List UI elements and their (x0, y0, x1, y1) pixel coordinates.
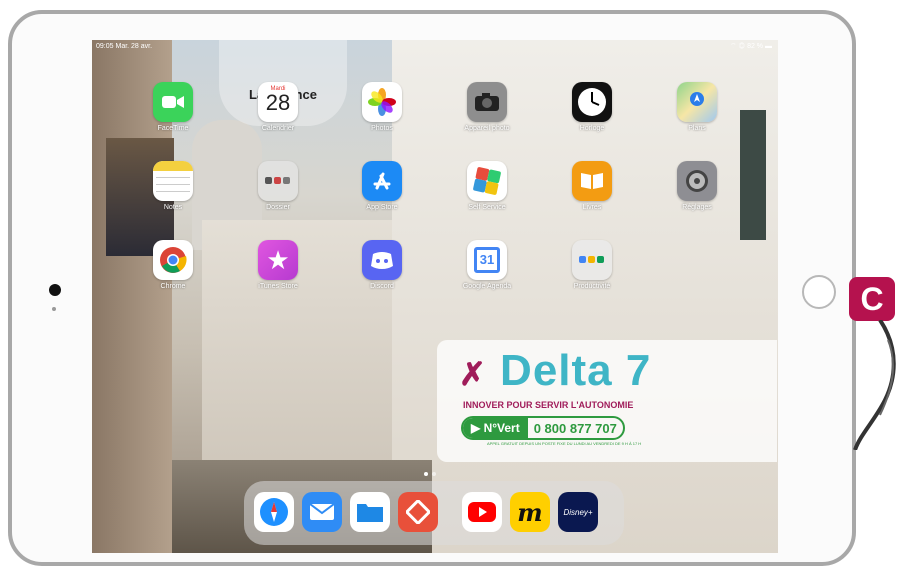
app-label: Calendrier (261, 125, 295, 132)
facetime-icon (153, 82, 193, 122)
wallpaper-shutter (740, 110, 766, 240)
files-icon[interactable] (350, 492, 390, 532)
app-label: Réglages (682, 204, 712, 211)
discord-icon (362, 240, 402, 280)
app-label: Appareil photo (464, 125, 510, 132)
status-time: 09:05 Mar. 28 avr. (96, 43, 153, 50)
app-label: FaceTime (157, 125, 189, 132)
app-maps[interactable]: Plans (671, 82, 723, 132)
brand-badge: C (849, 277, 895, 321)
folder-icon (258, 161, 298, 201)
app-label: Dossier (266, 204, 290, 211)
photos-icon (362, 82, 402, 122)
app-label: Chrome (160, 283, 186, 290)
maps-icon (677, 82, 717, 122)
page-indicator[interactable] (422, 463, 438, 481)
anydesk-icon[interactable] (398, 492, 438, 532)
delta7-tagline: INNOVER POUR SERVIR L'AUTONOMIE (463, 400, 634, 410)
nvert-label: ▶ N°Vert (463, 418, 528, 438)
youtube-icon[interactable] (462, 492, 502, 532)
app-productivity[interactable]: Productivité (566, 240, 618, 290)
delta7-small-print: APPEL GRATUIT DEPUIS UN POSTE FIXE DU LU… (487, 441, 642, 446)
front-camera (49, 284, 61, 296)
home-button[interactable] (802, 275, 836, 309)
selfservice-icon (467, 161, 507, 201)
google-calendar-day: 31 (474, 247, 500, 273)
status-battery: ⌔ ◎ 82 % ▬ (730, 43, 772, 50)
app-clock[interactable]: Horloge (566, 82, 618, 132)
app-chrome[interactable]: Chrome (147, 240, 199, 290)
app-calendar[interactable]: Mardi 28 Calendrier (252, 82, 304, 132)
app-notes[interactable]: Notes (147, 161, 199, 211)
status-bar: 09:05 Mar. 28 avr. ⌔ ◎ 82 % ▬ (92, 40, 778, 54)
app-discord[interactable]: Discord (356, 240, 408, 290)
mail-icon[interactable] (302, 492, 342, 532)
calendar-icon: Mardi 28 (258, 82, 298, 122)
app-label: iTunes Store (258, 283, 298, 290)
app-selfservice[interactable]: Self Service (461, 161, 513, 211)
app-settings[interactable]: Réglages (671, 161, 723, 211)
notes-icon (153, 161, 193, 201)
app-appstore[interactable]: App Store (356, 161, 408, 211)
disney-icon[interactable]: Disney+ (558, 492, 598, 532)
app-label: Google Agenda (462, 283, 512, 290)
ipad-screen: 09:05 Mar. 28 avr. ⌔ ◎ 82 % ▬ La Science… (92, 40, 778, 553)
chrome-icon (153, 240, 193, 280)
safari-icon[interactable] (254, 492, 294, 532)
app-label: Notes (163, 204, 183, 211)
calendar-day-num: 28 (265, 90, 291, 115)
folder-productivity-icon (572, 240, 612, 280)
dock: m Disney+ (244, 481, 624, 545)
app-itunes[interactable]: ★ iTunes Store (252, 240, 304, 290)
app-label: Self Service (468, 204, 506, 211)
app-photos[interactable]: Photos (356, 82, 408, 132)
delta7-banner: ✗ Delta 7 INNOVER POUR SERVIR L'AUTONOMI… (437, 340, 777, 462)
appstore-icon (362, 161, 402, 201)
google-calendar-icon: 31 (467, 240, 507, 280)
app-facetime[interactable]: FaceTime (147, 82, 199, 132)
gear-icon (677, 161, 717, 201)
app-label: Plans (688, 125, 706, 132)
sensor-dot (52, 307, 56, 311)
app-label: Horloge (579, 125, 605, 132)
delta7-phone-box: ▶ N°Vert 0 800 877 707 (461, 416, 625, 440)
app-label: App Store (366, 204, 398, 211)
app-label: Photos (371, 125, 393, 132)
app-label: Productivité (573, 283, 611, 290)
app-label: Livres (582, 204, 602, 211)
app-folder[interactable]: Dossier (252, 161, 304, 211)
delta7-phone: 0 800 877 707 (533, 420, 617, 436)
camera-icon (467, 82, 507, 122)
app-google-agenda[interactable]: 31 Google Agenda (461, 240, 513, 290)
charging-cable (853, 320, 896, 450)
app-label: Discord (370, 283, 394, 290)
clock-icon (572, 82, 612, 122)
app-camera[interactable]: Appareil photo (461, 82, 513, 132)
star-icon: ★ (258, 240, 298, 280)
delta7-logo: ✗ Delta 7 (459, 346, 652, 395)
books-icon (572, 161, 612, 201)
app-books[interactable]: Livres (566, 161, 618, 211)
mu-icon[interactable]: m (510, 492, 550, 532)
